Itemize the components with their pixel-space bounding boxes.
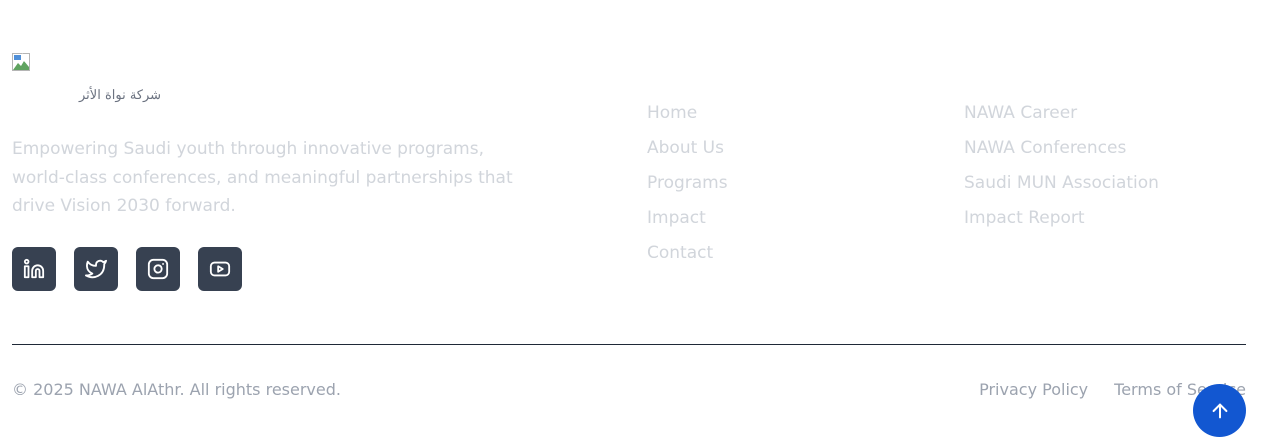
footer-link-impact-report[interactable]: Impact Report <box>964 203 1159 238</box>
instagram-icon <box>147 258 169 280</box>
broken-image-icon <box>12 53 30 71</box>
footer-link-programs[interactable]: Programs <box>647 168 728 203</box>
twitter-icon <box>85 259 107 279</box>
quick-links: Home About Us Programs Impact Contact <box>647 98 728 273</box>
logo-alt-text: شركة نواة الأثر <box>79 88 162 103</box>
copyright-text: © 2025 NAWA AlAthr. All rights reserved. <box>12 380 341 399</box>
linkedin-button[interactable] <box>12 247 56 291</box>
linkedin-icon <box>23 258 45 279</box>
footer-link-career[interactable]: NAWA Career <box>964 98 1159 133</box>
other-links: NAWA Career NAWA Conferences Saudi MUN A… <box>964 98 1159 238</box>
footer-link-home[interactable]: Home <box>647 98 728 133</box>
twitter-button[interactable] <box>74 247 118 291</box>
social-links <box>12 247 242 291</box>
footer-divider <box>12 344 1246 345</box>
instagram-button[interactable] <box>136 247 180 291</box>
footer-tagline: Empowering Saudi youth through innovativ… <box>12 139 513 216</box>
site-footer: شركة نواة الأثر Empowering Saudi youth t… <box>0 0 1277 439</box>
scroll-to-top-button[interactable] <box>1193 384 1246 437</box>
footer-link-contact[interactable]: Contact <box>647 238 728 273</box>
youtube-icon <box>209 261 231 277</box>
footer-link-about[interactable]: About Us <box>647 133 728 168</box>
youtube-button[interactable] <box>198 247 242 291</box>
footer-link-mun[interactable]: Saudi MUN Association <box>964 168 1159 203</box>
arrow-up-icon <box>1212 403 1227 418</box>
footer-link-impact[interactable]: Impact <box>647 203 728 238</box>
footer-link-conferences[interactable]: NAWA Conferences <box>964 133 1159 168</box>
privacy-policy-link[interactable]: Privacy Policy <box>979 380 1088 399</box>
